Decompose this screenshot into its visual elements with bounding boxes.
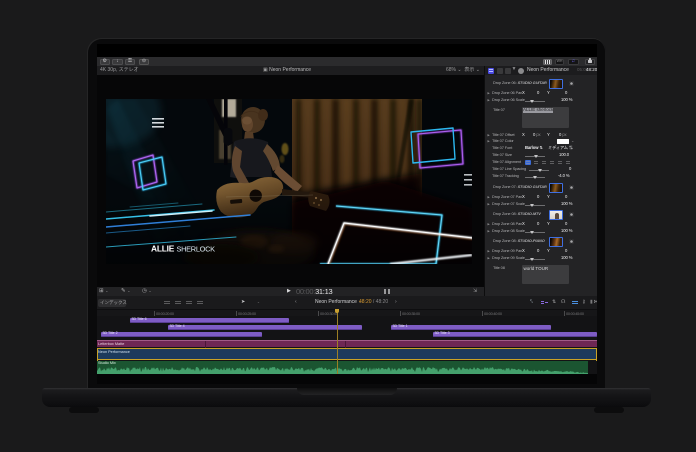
svg-text:SHERLOCK: SHERLOCK [177, 245, 216, 254]
svg-text:ALLIE: ALLIE [151, 244, 175, 254]
